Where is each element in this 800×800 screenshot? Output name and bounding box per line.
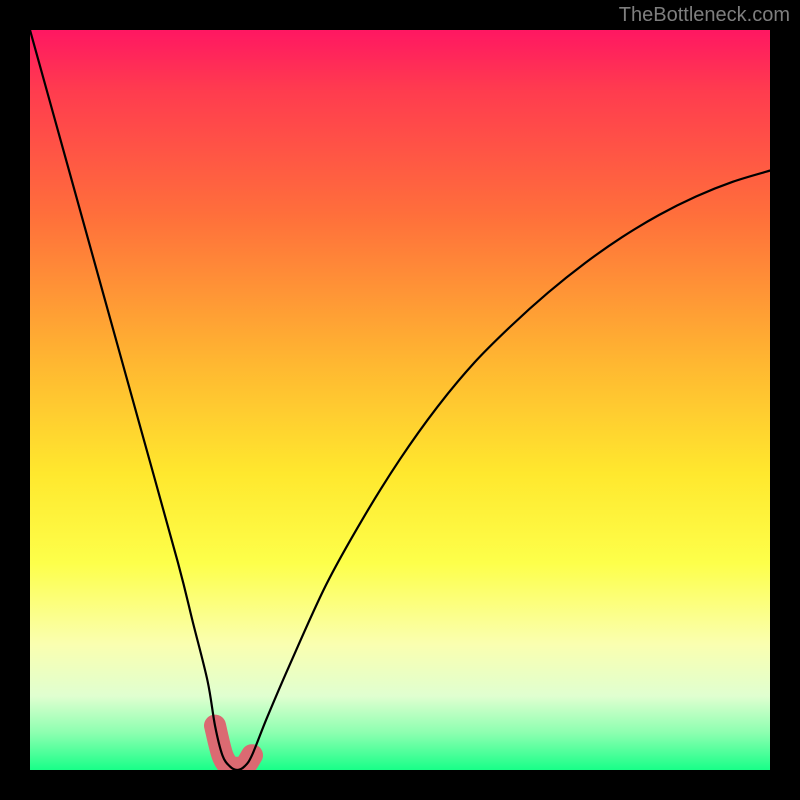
- chart-plot-area: [30, 30, 770, 770]
- curve-svg: [30, 30, 770, 770]
- watermark-text: TheBottleneck.com: [619, 4, 790, 27]
- curve-line: [30, 30, 770, 770]
